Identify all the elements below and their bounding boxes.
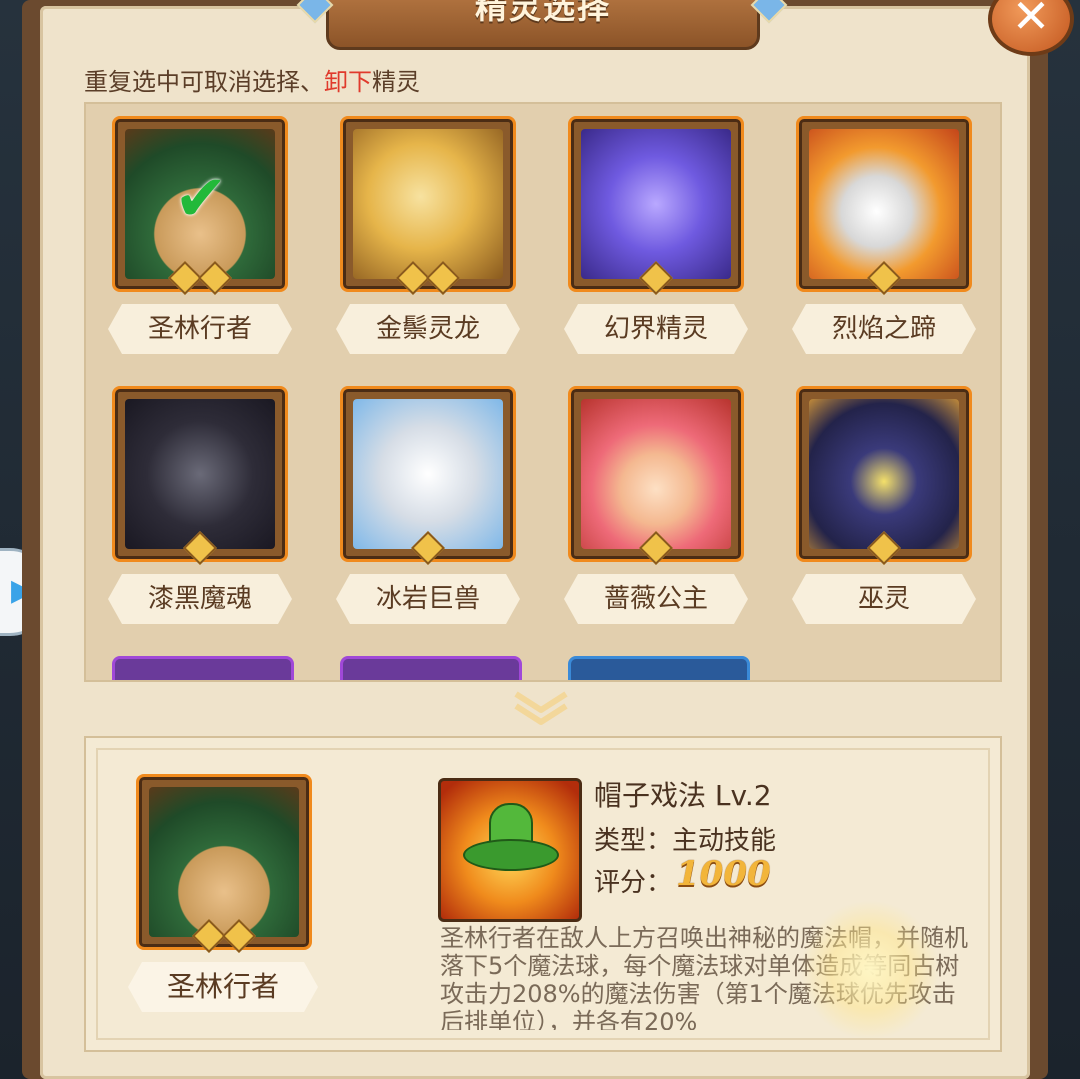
star-pips — [340, 261, 516, 295]
ice-yeti-portrait — [353, 399, 503, 549]
spirit-card-peek[interactable] — [112, 656, 294, 680]
star-pips — [112, 261, 288, 295]
skill-type: 类型：主动技能 — [594, 826, 777, 856]
spirit-name-label: 巫灵 — [792, 574, 976, 624]
title-plate: 精灵选择 — [326, 0, 760, 50]
glow-effect — [800, 900, 940, 1040]
spirit-name-label: 幻界精灵 — [564, 304, 748, 354]
star-pips — [112, 531, 288, 565]
spirit-card-peek[interactable] — [340, 656, 522, 680]
star-pips — [796, 261, 972, 295]
blue-spirit-portrait — [581, 129, 731, 279]
spirit-grid[interactable]: ✔ 圣林行者 金鬃灵龙 幻界精灵 烈焰之蹄 漆黑魔魂 冰岩巨兽 蔷薇公主 巫灵 — [84, 102, 1002, 682]
skill-hat-icon — [438, 778, 582, 922]
hint-text: 重复选中可取消选择、卸下精灵 — [84, 62, 420, 97]
spirit-card-巫灵[interactable] — [796, 386, 972, 565]
detail-spirit-card — [136, 774, 312, 953]
dialog-title: 精灵选择 — [474, 0, 611, 26]
spirit-card-圣林行者[interactable]: ✔ — [112, 116, 288, 295]
chevron-down-icon[interactable] — [512, 690, 570, 726]
detail-spirit-name: 圣林行者 — [128, 962, 318, 1012]
spirit-card-烈焰之蹄[interactable] — [796, 116, 972, 295]
spirit-name-label: 金鬃灵龙 — [336, 304, 520, 354]
spirit-name-label: 圣林行者 — [108, 304, 292, 354]
green-hat-cat-portrait — [149, 787, 299, 937]
rose-princess-portrait — [581, 399, 731, 549]
spirit-card-peek[interactable] — [568, 656, 750, 680]
spirit-name-label: 蔷薇公主 — [564, 574, 748, 624]
star-pips — [568, 261, 744, 295]
star-pips — [796, 531, 972, 565]
star-pips — [340, 531, 516, 565]
skill-score-value: 1000 — [676, 854, 771, 894]
skill-name: 帽子戏法 Lv.2 — [594, 779, 772, 812]
spirit-card-漆黑魔魂[interactable] — [112, 386, 288, 565]
witch-hat-portrait — [809, 399, 959, 549]
spirit-card-冰岩巨兽[interactable] — [340, 386, 516, 565]
hint-highlight: 卸下 — [324, 68, 372, 96]
hint-prefix: 重复选中可取消选择、 — [84, 68, 324, 96]
star-pips — [568, 531, 744, 565]
spirit-name-label: 烈焰之蹄 — [792, 304, 976, 354]
spirit-card-幻界精灵[interactable] — [568, 116, 744, 295]
spirit-name-label: 冰岩巨兽 — [336, 574, 520, 624]
skill-score-label: 评分： — [594, 868, 673, 898]
golden-dragon-portrait — [353, 129, 503, 279]
spirit-card-蔷薇公主[interactable] — [568, 386, 744, 565]
star-pips — [136, 919, 312, 953]
spirit-name-label: 漆黑魔魂 — [108, 574, 292, 624]
dark-beast-portrait — [125, 399, 275, 549]
spirit-card-金鬃灵龙[interactable] — [340, 116, 516, 295]
hint-suffix: 精灵 — [372, 68, 420, 96]
selected-check-icon: ✔ — [174, 162, 228, 236]
flame-helm-portrait — [809, 129, 959, 279]
